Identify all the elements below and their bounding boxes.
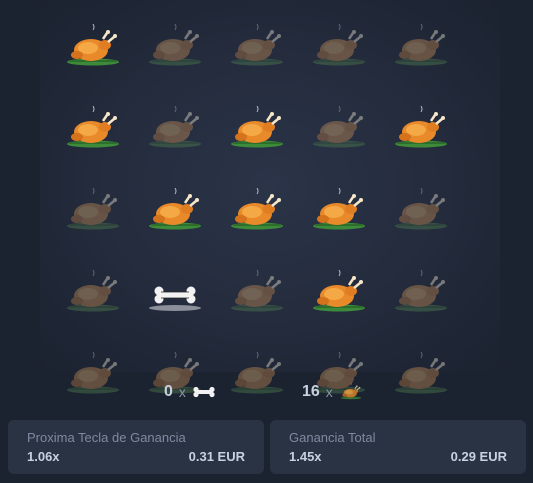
chicken-icon (393, 106, 449, 149)
chicken-counter: 16 x (302, 383, 363, 401)
counters-bar: 0 x 16 x (0, 383, 533, 409)
total-win-amount: 0.29 EUR (450, 449, 507, 464)
chicken-tile[interactable] (308, 16, 370, 78)
total-win-title: Ganancia Total (289, 430, 376, 445)
chicken-count: 16 (302, 383, 320, 400)
chicken-multiplier-sign: x (325, 384, 333, 400)
next-win-amount: 0.31 EUR (188, 449, 245, 464)
chicken-tile-revealed[interactable] (308, 262, 370, 324)
chicken-tile[interactable] (308, 98, 370, 160)
chicken-icon (393, 24, 449, 67)
chicken-tile[interactable] (144, 16, 206, 78)
chicken-icon (229, 270, 285, 313)
chicken-icon (147, 106, 203, 149)
chicken-tile[interactable] (390, 16, 452, 78)
chicken-tile-revealed[interactable] (62, 16, 124, 78)
chicken-tile-revealed[interactable] (144, 180, 206, 242)
chicken-icon (340, 383, 362, 400)
next-win-title: Proxima Tecla de Ganancia (27, 430, 186, 445)
tile-grid (62, 16, 452, 406)
chicken-tile[interactable] (62, 262, 124, 324)
chicken-icon (65, 24, 121, 67)
bone-tile[interactable] (144, 262, 206, 324)
chicken-icon (65, 106, 121, 149)
bone-count: 0 (164, 383, 173, 400)
chicken-icon (147, 24, 203, 67)
chicken-icon (311, 106, 367, 149)
bone-multiplier-sign: x (178, 384, 186, 400)
chicken-tile[interactable] (226, 262, 288, 324)
total-win-panel: Ganancia Total 1.45x 0.29 EUR (270, 420, 526, 474)
bone-counter: 0 x (164, 383, 216, 401)
chicken-tile[interactable] (390, 262, 452, 324)
chicken-icon (229, 188, 285, 231)
chicken-icon (147, 188, 203, 231)
chicken-icon (393, 270, 449, 313)
total-win-multiplier: 1.45x (289, 449, 322, 464)
bone-icon (148, 286, 202, 312)
chicken-icon (311, 188, 367, 231)
chicken-tile[interactable] (62, 180, 124, 242)
chicken-tile[interactable] (226, 16, 288, 78)
bone-icon (193, 386, 215, 398)
chicken-icon (393, 188, 449, 231)
chicken-tile-revealed[interactable] (390, 98, 452, 160)
chicken-icon (311, 270, 367, 313)
chicken-tile[interactable] (390, 180, 452, 242)
chicken-tile[interactable] (144, 98, 206, 160)
chicken-icon (311, 24, 367, 67)
chicken-icon (229, 106, 285, 149)
chicken-icon (65, 270, 121, 313)
next-win-panel: Proxima Tecla de Ganancia 1.06x 0.31 EUR (8, 420, 264, 474)
chicken-tile-revealed[interactable] (62, 98, 124, 160)
chicken-icon (65, 188, 121, 231)
chicken-tile-revealed[interactable] (226, 180, 288, 242)
chicken-tile-revealed[interactable] (226, 98, 288, 160)
next-win-multiplier: 1.06x (27, 449, 60, 464)
chicken-icon (229, 24, 285, 67)
chicken-tile-revealed[interactable] (308, 180, 370, 242)
